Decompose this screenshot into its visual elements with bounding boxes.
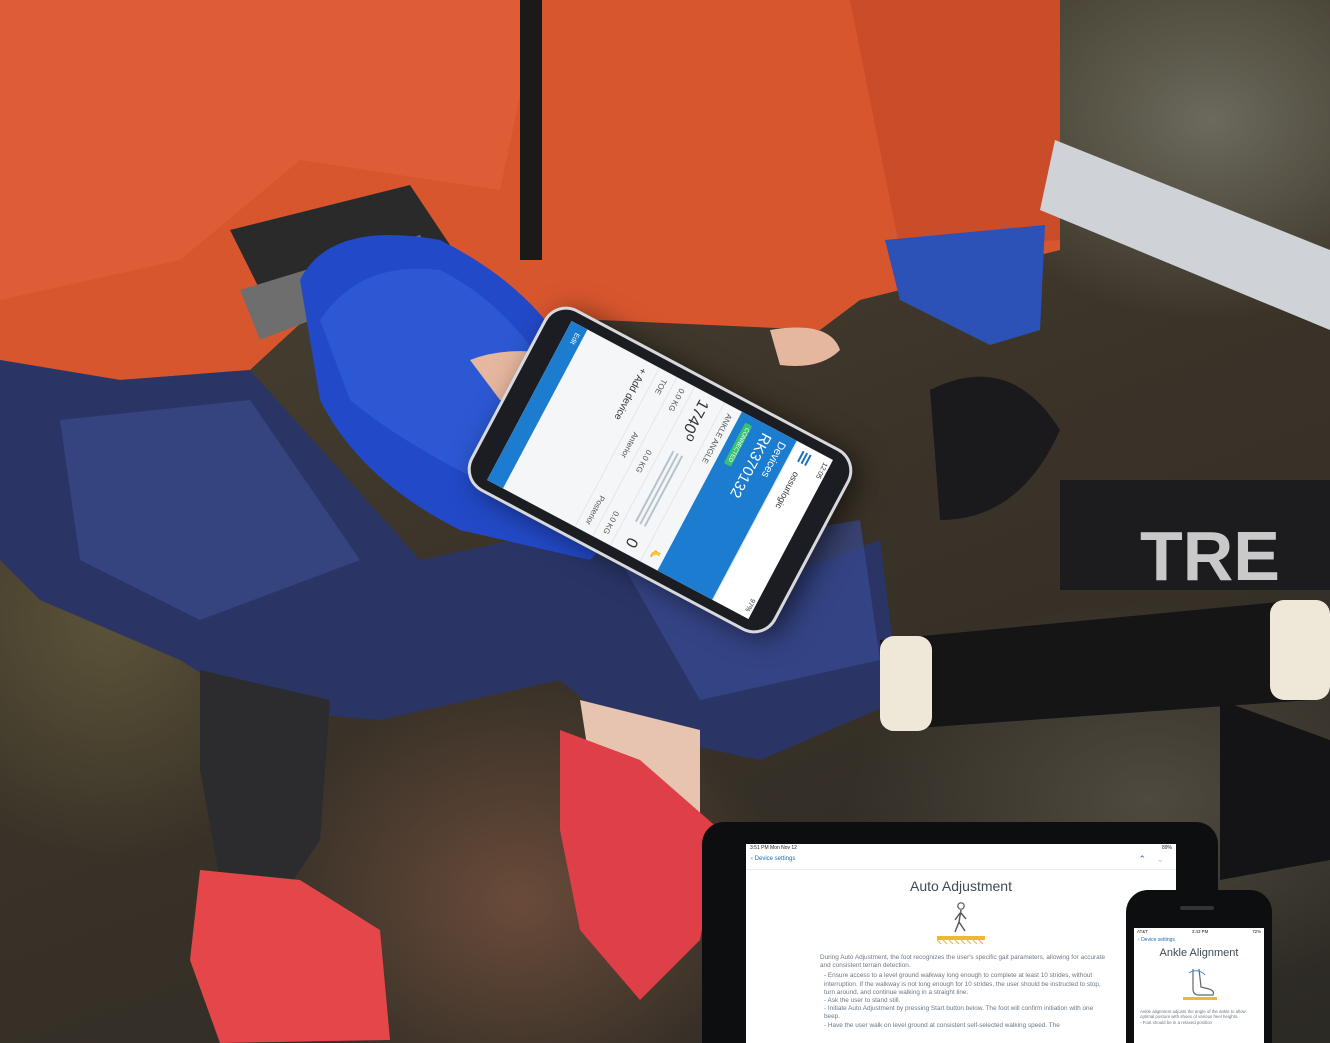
photo-scene: TRE 12:05 97% ossurlogic Devices RK37013… [0,0,1330,1043]
fingers [770,327,840,366]
bike-top-tube [1040,140,1330,330]
phone-back-label: Device settings [1141,937,1175,943]
smartphone-device: AT&T 3:43 PM 72% ‹ Device settings Ankle… [1126,890,1272,1043]
zero-value: 0 [621,534,642,551]
instruction-item: - Ensure access to a level ground walkwa… [824,972,1101,996]
phone-speaker [1180,906,1214,910]
back-button[interactable]: ‹ Device settings [751,856,795,862]
phone-paragraph: - Foot should be in a relaxed position [1140,1019,1213,1025]
tablet-status-bar: 3:51 PM Mon Nov 12 89% [746,844,1176,853]
tablet-status-battery: 89% [1161,845,1172,851]
smartphone-screen: AT&T 3:43 PM 72% ‹ Device settings Ankle… [1134,928,1264,1043]
tablet-screen: 3:51 PM Mon Nov 12 89% ‹ Device settings… [746,844,1176,1043]
menu-icon[interactable] [797,450,812,467]
chevron-down-icon[interactable]: ⌄ [1156,854,1164,865]
phone-battery: 72% [1252,929,1261,934]
phone-paragraph: Ankle alignment adjusts the angle of the… [1140,1009,1246,1020]
page-title: Auto Adjustment [910,878,1012,894]
jacket-zipper [520,0,542,260]
foot-angle-icon [1179,965,1219,1005]
svg-text:TRE: TRE [1140,517,1280,595]
walking-person-icon [931,900,991,948]
phone-carrier: AT&T [1137,929,1148,934]
toe-label: TOE [652,377,669,396]
phone-description-text: Ankle alignment adjusts the angle of the… [1134,1005,1264,1025]
tablet-status-time: 3:51 PM Mon Nov 12 [750,845,797,851]
phone-page-title: Ankle Alignment [1159,947,1239,959]
left-shoe [190,870,390,1043]
instructions-text: During Auto Adjustment, the foot recogni… [746,948,1176,1030]
tablet-nav-bar: ‹ Device settings ⌃ ⌄ [746,853,1176,870]
phone-status-bar: AT&T 3:43 PM 72% [1134,928,1264,935]
instruction-item: - Ask the user to stand still. [824,997,901,1005]
intro-paragraph: During Auto Adjustment, the foot recogni… [820,954,1106,970]
right-glove [885,225,1045,345]
phone-back-button[interactable]: ‹ Device settings [1134,935,1264,945]
phone-time: 3:43 PM [1191,929,1209,934]
foot-icon: 🦶 [648,548,662,562]
instruction-item: - Have the user walk on level ground at … [824,1021,1060,1029]
left-leg [200,670,330,900]
chevron-up-icon[interactable]: ⌃ [1138,854,1146,865]
angle-unit: o [682,431,700,445]
instruction-item: - Initiate Auto Adjustment by pressing S… [824,1005,1094,1021]
chevron-left-icon: ‹ [1138,937,1140,943]
back-label: Device settings [754,856,796,862]
chevron-left-icon: ‹ [751,856,753,862]
